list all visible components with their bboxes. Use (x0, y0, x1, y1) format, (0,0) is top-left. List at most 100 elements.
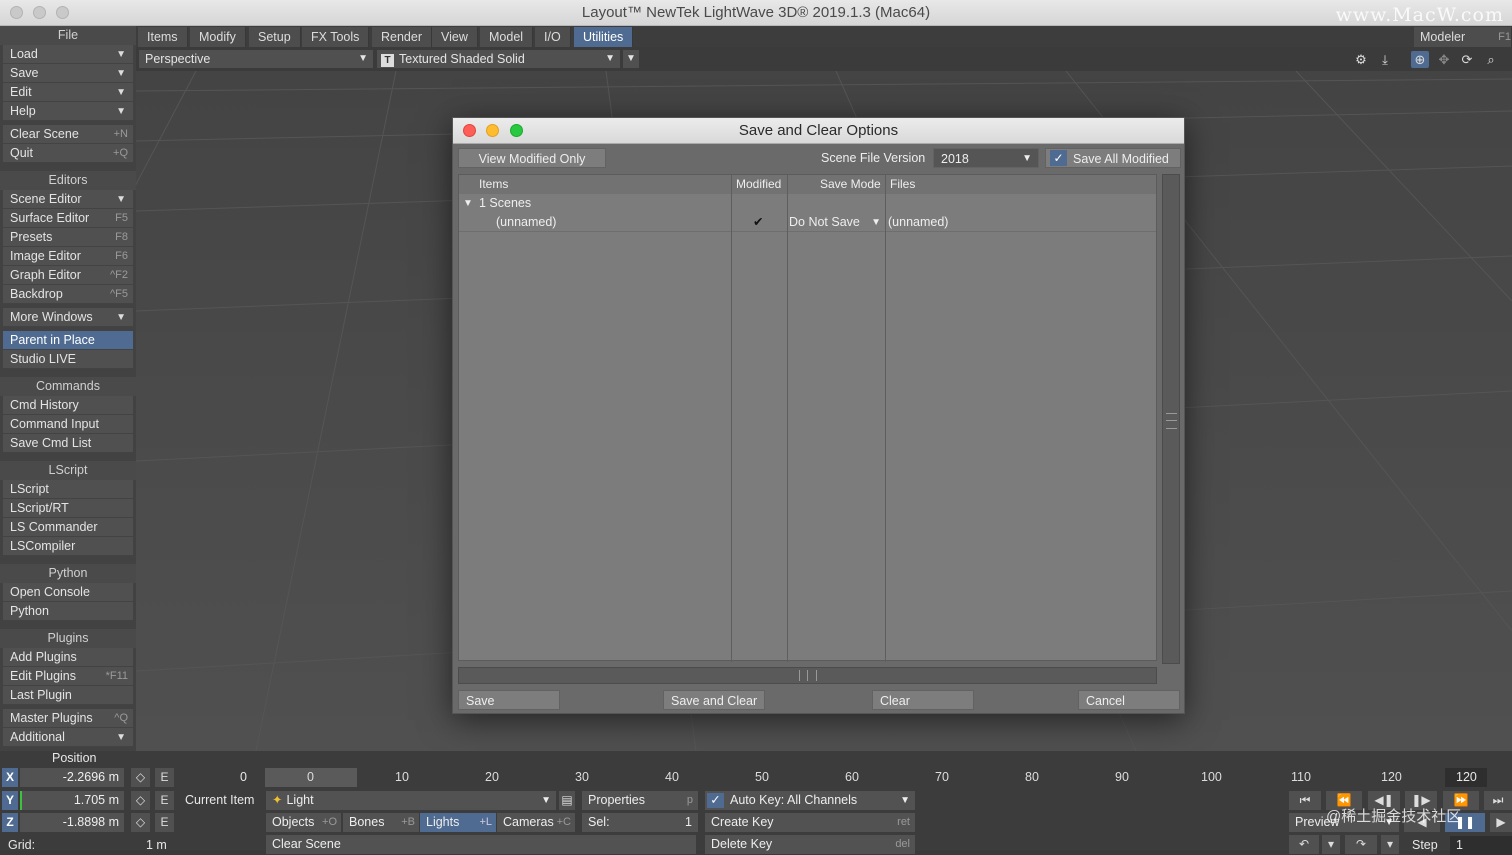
column-header-items[interactable]: Items (459, 175, 731, 194)
surface-editor-button[interactable]: Surface Editor F5 (3, 209, 133, 228)
tab-items[interactable]: Items (138, 27, 188, 47)
x-link-icon[interactable]: ◇ (131, 768, 150, 787)
scroll-grip-icon[interactable] (1166, 413, 1177, 429)
clear-button[interactable]: Clear (872, 690, 974, 710)
parent-in-place-toggle[interactable]: Parent in Place (3, 331, 133, 350)
edit-plugins-button[interactable]: Edit Plugins *F11 (3, 667, 133, 686)
lscript-rt-button[interactable]: LScript/RT (3, 499, 133, 518)
minimize-dialog-button[interactable] (486, 124, 499, 137)
load-menu[interactable]: Load ▼ (3, 45, 133, 64)
column-header-files[interactable]: Files (886, 175, 1156, 194)
undo-key-icon[interactable]: ↶ (1289, 835, 1319, 854)
minimize-window-button[interactable] (33, 6, 46, 19)
python-button[interactable]: Python (3, 602, 133, 621)
gear-icon[interactable]: ⚙ (1352, 51, 1370, 68)
chevron-down-icon[interactable]: ▾ (1322, 835, 1340, 854)
redo-key-icon[interactable]: ↷ (1345, 835, 1377, 854)
x-envelope-button[interactable]: E (155, 768, 174, 787)
tab-model[interactable]: Model (480, 27, 534, 47)
end-frame-field[interactable]: 120 (1445, 768, 1487, 787)
zoom-window-button[interactable] (56, 6, 69, 19)
ls-commander-button[interactable]: LS Commander (3, 518, 133, 537)
clear-scene-button[interactable]: Clear Scene (266, 835, 696, 854)
rotate-icon[interactable]: ⟳ (1458, 51, 1476, 68)
close-dialog-button[interactable] (463, 124, 476, 137)
open-console-button[interactable]: Open Console (3, 583, 133, 602)
tab-setup[interactable]: Setup (249, 27, 301, 47)
download-icon[interactable]: ⤓ (1376, 51, 1394, 68)
play-icon[interactable]: ▶ (1490, 813, 1512, 832)
zoom-dialog-button[interactable] (510, 124, 523, 137)
close-window-button[interactable] (10, 6, 23, 19)
more-windows-menu[interactable]: More Windows ▼ (3, 308, 133, 327)
chevron-down-icon[interactable]: ▾ (1381, 835, 1399, 854)
last-frame-icon[interactable]: ⏭ (1484, 791, 1512, 810)
bones-filter-button[interactable]: Bones +B (343, 813, 419, 832)
tab-render[interactable]: Render (372, 27, 432, 47)
tab-utilities[interactable]: Utilities (574, 27, 634, 47)
y-axis-toggle[interactable]: Y (2, 791, 18, 810)
cmd-history-button[interactable]: Cmd History (3, 396, 133, 415)
first-frame-icon[interactable]: ⏮ (1289, 791, 1321, 810)
view-type-dropdown[interactable]: Perspective ▼ (139, 50, 373, 68)
center-view-icon[interactable]: ⊕ (1411, 51, 1429, 68)
lights-filter-button[interactable]: Lights +L (420, 813, 496, 832)
delete-key-button[interactable]: Delete Key del (705, 835, 915, 854)
table-row[interactable]: (unnamed) ✔ Do Not Save ▼ (unnamed) (459, 213, 1156, 232)
x-position-field[interactable]: -2.2696 m (20, 768, 124, 787)
lscript-button[interactable]: LScript (3, 480, 133, 499)
graph-editor-button[interactable]: Graph Editor ^F2 (3, 266, 133, 285)
clear-scene-button[interactable]: Clear Scene +N (3, 125, 133, 144)
save-cmd-list-button[interactable]: Save Cmd List (3, 434, 133, 453)
timeline-ruler[interactable]: 0 10 20 30 40 50 60 70 80 90 100 110 120 (265, 751, 1445, 789)
cancel-button[interactable]: Cancel (1078, 690, 1180, 710)
help-menu[interactable]: Help ▼ (3, 102, 133, 121)
presets-button[interactable]: Presets F8 (3, 228, 133, 247)
tab-fx-tools[interactable]: FX Tools (302, 27, 370, 47)
lscompiler-button[interactable]: LSCompiler (3, 537, 133, 556)
image-editor-button[interactable]: Image Editor F6 (3, 247, 133, 266)
save-and-clear-button[interactable]: Save and Clear (663, 690, 765, 710)
edit-menu[interactable]: Edit ▼ (3, 83, 133, 102)
y-envelope-button[interactable]: E (155, 791, 174, 810)
x-axis-toggle[interactable]: X (2, 768, 18, 787)
tab-modify[interactable]: Modify (190, 27, 246, 47)
zoom-icon[interactable]: ⌕ (1482, 51, 1500, 68)
modeler-button[interactable]: Modeler F1 (1414, 27, 1512, 47)
properties-button[interactable]: Properties p (582, 791, 698, 810)
last-plugin-button[interactable]: Last Plugin (3, 686, 133, 705)
y-link-icon[interactable]: ◇ (131, 791, 150, 810)
auto-key-dropdown[interactable]: ✓ Auto Key: All Channels ▼ (705, 791, 915, 810)
current-item-dropdown[interactable]: ✦ Light ▼ (266, 791, 556, 810)
save-all-modified-checkbox[interactable]: ✓ Save All Modified (1045, 148, 1181, 168)
z-position-field[interactable]: -1.8898 m (20, 813, 124, 832)
studio-live-button[interactable]: Studio LIVE (3, 350, 133, 369)
view-modified-only-button[interactable]: View Modified Only (458, 148, 606, 168)
tab-view[interactable]: View (432, 27, 478, 47)
save-button[interactable]: Save (458, 690, 560, 710)
scene-file-version-dropdown[interactable]: 2018 ▼ (933, 148, 1039, 168)
additional-menu[interactable]: Additional ▼ (3, 728, 133, 747)
step-field[interactable]: 1 (1450, 836, 1512, 855)
chevron-down-icon[interactable]: ▼ (463, 194, 473, 213)
table-group-row[interactable]: ▼ 1 Scenes (459, 194, 1156, 213)
objects-filter-button[interactable]: Objects +O (266, 813, 341, 832)
horizontal-scrollbar[interactable] (458, 667, 1157, 684)
cameras-filter-button[interactable]: Cameras +C (497, 813, 575, 832)
shading-mode-dropdown[interactable]: T Textured Shaded Solid ▼ (377, 50, 620, 68)
z-link-icon[interactable]: ◇ (131, 813, 150, 832)
save-menu[interactable]: Save ▼ (3, 64, 133, 83)
z-axis-toggle[interactable]: Z (2, 813, 18, 832)
tab-io[interactable]: I/O (535, 27, 571, 47)
backdrop-button[interactable]: Backdrop ^F5 (3, 285, 133, 304)
calculator-icon[interactable]: ▤ (559, 791, 575, 810)
add-plugins-button[interactable]: Add Plugins (3, 648, 133, 667)
create-key-button[interactable]: Create Key ret (705, 813, 915, 832)
move-icon[interactable]: ✥ (1435, 51, 1453, 68)
scene-editor-menu[interactable]: Scene Editor ▼ (3, 190, 133, 209)
quit-button[interactable]: Quit +Q (3, 144, 133, 163)
scroll-grip-icon[interactable] (799, 670, 817, 681)
master-plugins-button[interactable]: Master Plugins ^Q (3, 709, 133, 728)
viewport-options-dropdown[interactable]: ▼ (623, 50, 639, 68)
y-position-field[interactable]: 1.705 m (20, 791, 124, 810)
